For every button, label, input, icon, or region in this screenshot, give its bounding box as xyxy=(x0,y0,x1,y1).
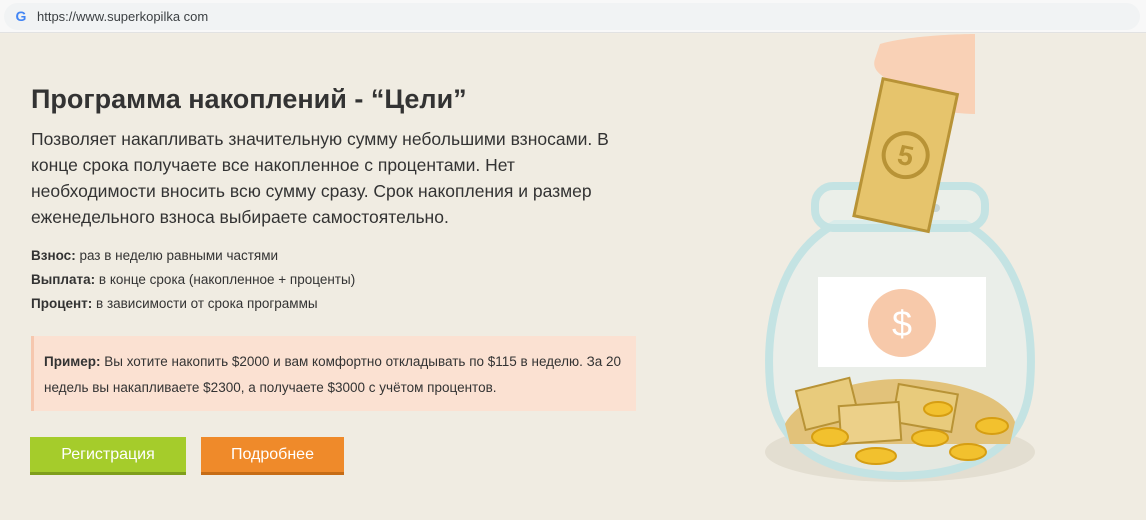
fact-contribution: Взнос: раз в неделю равными частями xyxy=(31,244,355,268)
fact-value: раз в неделю равными частями xyxy=(75,248,279,263)
program-description: Позволяет накапливать значительную сумму… xyxy=(31,129,609,227)
more-info-button[interactable]: Подробнее xyxy=(201,437,344,475)
url-box[interactable]: G https://www.superkopilka com xyxy=(4,3,1140,30)
fact-value: в зависимости от срока программы xyxy=(92,296,318,311)
fact-interest: Процент: в зависимости от срока программ… xyxy=(31,292,355,316)
url-text[interactable]: https://www.superkopilka com xyxy=(37,9,208,24)
example-text: Вы хотите накопить $2000 и вам комфортно… xyxy=(44,354,622,395)
fact-value: в конце срока (накопленное + проценты) xyxy=(95,272,356,287)
fact-payout: Выплата: в конце срока (накопленное + пр… xyxy=(31,268,355,292)
coin-icon xyxy=(911,429,949,447)
example-box: Пример: Вы хотите накопить $2000 и вам к… xyxy=(31,336,636,411)
coin-icon xyxy=(975,417,1009,435)
piggy-jar-illustration: $ 5 xyxy=(765,34,1035,482)
fact-label: Взнос: xyxy=(31,248,76,263)
example-label: Пример: xyxy=(44,354,101,369)
program-facts: Взнос: раз в неделю равными частями Выпл… xyxy=(31,244,355,316)
coin-icon xyxy=(855,447,897,465)
browser-address-bar: G https://www.superkopilka com xyxy=(0,0,1146,33)
fact-label: Процент: xyxy=(31,296,93,311)
page-title: Программа накоплений - “Цели” xyxy=(31,84,467,114)
page-content: Программа накоплений - “Цели” Позволяет … xyxy=(0,34,1146,520)
dollar-icon: $ xyxy=(892,303,912,344)
coin-icon xyxy=(811,427,849,447)
fact-label: Выплата: xyxy=(31,272,96,287)
coin-icon xyxy=(949,443,987,461)
coin-icon xyxy=(923,401,953,417)
register-button[interactable]: Регистрация xyxy=(30,437,186,475)
google-g-icon: G xyxy=(15,8,27,24)
